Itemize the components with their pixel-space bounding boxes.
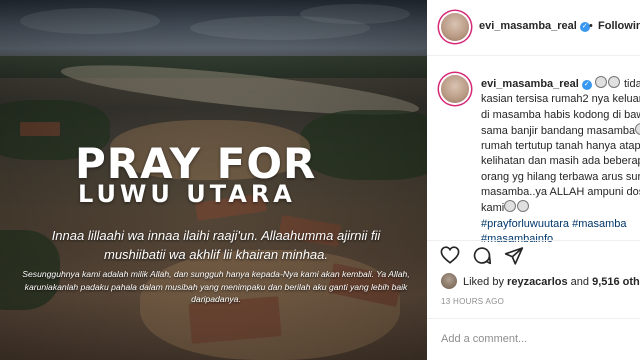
caption-line: kelihatan dan masih ada beberap <box>481 155 640 168</box>
post-timestamp[interactable]: 13 HOURS AGO <box>441 297 504 306</box>
caption-line: sama banjir bandang masamba <box>481 124 636 137</box>
hashtag-link[interactable]: #masamba <box>572 218 626 230</box>
liker-avatar[interactable] <box>441 273 457 289</box>
prayer-translation-line: daripadanya. <box>191 294 241 304</box>
prayer-translation-line: Sesungguhnya kami adalah milik Allah, da… <box>22 269 410 279</box>
separator-dot: • <box>589 20 593 32</box>
hashtag-link[interactable]: #prayforluwuutara <box>481 218 569 230</box>
liked-by-and: and <box>570 276 590 288</box>
prayer-arabic-line: Innaa lillaahi wa innaa ilaihi raaji'un.… <box>51 228 381 243</box>
prayer-translation: Sesungguhnya kami adalah milik Allah, da… <box>10 268 422 306</box>
prayer-translation-line: karuniakanlah padaku pahala dalam musiba… <box>24 281 408 292</box>
post-header: evi_masamba_real✓ • Following <box>427 0 640 56</box>
liked-by-others-link[interactable]: 9,516 othe <box>592 276 640 288</box>
prayer-arabic-line: mushiibatii wa akhlif lii khairan minhaa… <box>104 247 328 262</box>
avatar[interactable] <box>441 13 469 41</box>
caption-text: tidak <box>623 78 640 90</box>
heart-icon[interactable] <box>440 246 460 269</box>
comment-input[interactable] <box>439 332 638 346</box>
caption-line: masamba..ya ALLAH ampuni dos <box>481 186 640 199</box>
crying-emoji-icon <box>504 200 517 213</box>
caption-line: rumah tertutup tanah hanya atap <box>481 140 640 153</box>
verified-badge-icon: ✓ <box>581 80 592 90</box>
post-caption: evi_masamba_real✓ tidak kasian tersisa r… <box>481 76 640 247</box>
crying-emoji-icon <box>517 200 530 213</box>
image-subtitle: LUWU UTARA <box>78 180 296 208</box>
caption-line: di masamba habis kodong di baw <box>481 108 640 121</box>
username-text: evi_masamba_real <box>479 20 577 32</box>
username-link[interactable]: evi_masamba_real ✓ <box>479 20 590 32</box>
liked-by-label: Liked by <box>463 276 504 288</box>
crying-emoji-icon <box>607 76 620 88</box>
caption-username-link[interactable]: evi_masamba_real <box>481 78 579 90</box>
action-bar <box>427 240 640 269</box>
crying-emoji-icon <box>635 122 640 135</box>
prayer-arabic: Innaa lillaahi wa innaa ilaihi raaji'un.… <box>10 226 422 264</box>
caption-line: kami <box>481 202 505 215</box>
caption-line: orang yg hilang terbawa arus sur <box>481 170 640 183</box>
share-icon[interactable] <box>504 246 524 270</box>
crying-emoji-icon <box>594 76 607 88</box>
caption-avatar[interactable] <box>441 75 469 103</box>
post-image[interactable]: PRAY FOR LUWU UTARA Innaa lillaahi wa in… <box>0 0 427 360</box>
liked-by-user-link[interactable]: reyzacarlos <box>507 276 568 288</box>
likes-summary[interactable]: Liked by reyzacarlos and 9,516 othe <box>463 276 640 288</box>
comment-bar <box>427 318 640 360</box>
comment-icon[interactable] <box>472 246 492 270</box>
following-button[interactable]: Following <box>598 20 640 32</box>
post-side-panel: evi_masamba_real✓ • Following evi_masamb… <box>427 0 640 360</box>
caption-line: kasian tersisa rumah2 nya keluar <box>481 93 640 106</box>
